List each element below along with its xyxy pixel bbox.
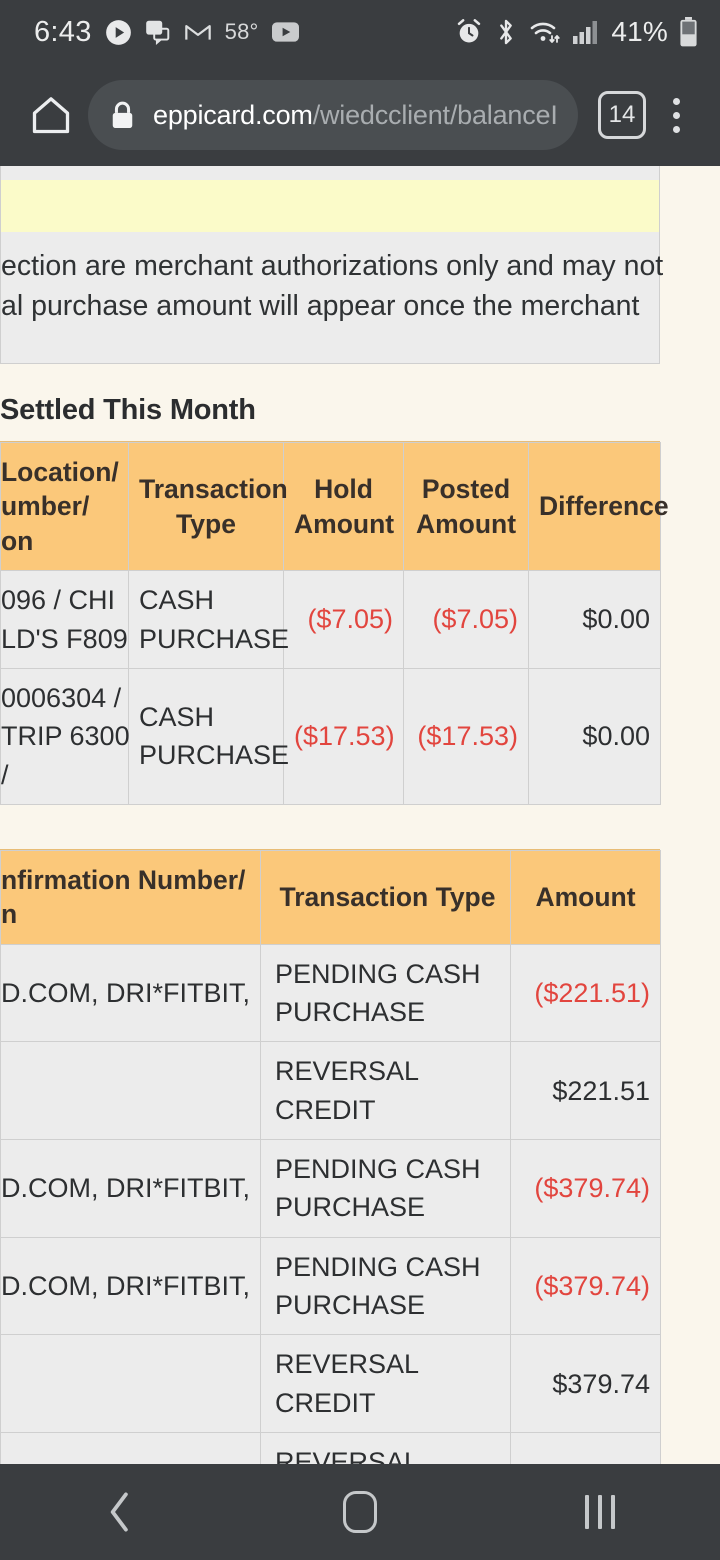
settled-section-heading: Settled This Month (0, 393, 256, 426)
settled-table-body: 096 / CHI LD'S F809 CASH PURCHASE ($7.05… (0, 570, 661, 805)
column-header-confirmation-number: nfirmation Number/ n (0, 849, 261, 945)
cell-merchant (0, 1334, 261, 1434)
url-host: eppicard.com (153, 99, 313, 130)
table-header-row: Location/ umber/ on Transaction Type Hol… (0, 441, 669, 572)
table-header-row: nfirmation Number/ n Transaction Type Am… (0, 849, 661, 945)
weather-temperature: 58° (224, 19, 259, 44)
cell-amount: $379.74 (510, 1334, 661, 1434)
cell-merchant (0, 1041, 261, 1141)
column-header-transaction-type: Transaction Type (128, 441, 288, 572)
cell-merchant: D.COM, DRI*FITBIT, (0, 943, 261, 1043)
nav-recents-button[interactable] (540, 1464, 660, 1560)
cell-posted-amount: ($7.05) (403, 570, 529, 669)
column-header-hold-amount: Hold Amount (283, 441, 404, 572)
home-square-icon (343, 1491, 377, 1533)
column-header-location: Location/ umber/ on (0, 441, 129, 572)
cell-difference: $0.00 (528, 570, 661, 669)
cell-amount: $63.29 (510, 1432, 661, 1464)
menu-dot (672, 125, 680, 133)
cell-location: 096 / CHI LD'S F809 (0, 570, 129, 669)
youtube-icon (271, 22, 299, 42)
cell-transaction-type: REVERSAL CREDIT (260, 1432, 511, 1464)
bluetooth-icon (494, 18, 518, 46)
table-row: 0006304 / TRIP 6300 / CASH PURCHASE ($17… (0, 667, 661, 805)
cell-difference: $0.00 (528, 667, 661, 805)
cell-hold-amount: ($7.05) (283, 570, 404, 669)
cell-posted-amount: ($17.53) (403, 667, 529, 805)
notice-line-1: ection are merchant authorizations only … (1, 250, 664, 282)
table-row: D.COM, DRI*FITBIT, PENDING CASH PURCHASE… (0, 943, 661, 1043)
column-header-posted-amount: Posted Amount (403, 441, 529, 572)
notice-body: ection are merchant authorizations only … (0, 232, 664, 364)
notice-top-strip (0, 166, 660, 180)
cell-amount: ($379.74) (510, 1236, 661, 1336)
cell-amount: $221.51 (510, 1041, 661, 1141)
cell-transaction-type: PENDING CASH PURCHASE (260, 1236, 511, 1336)
status-bar-right: 41% (455, 16, 698, 48)
cell-merchant: D.COM, DRI*FITBIT, (0, 1139, 261, 1238)
menu-dot (672, 97, 680, 105)
cell-location: 0006304 / TRIP 6300 / (0, 667, 130, 805)
webpage-viewport[interactable]: ection are merchant authorizations only … (0, 166, 720, 1464)
cell-signal-icon (572, 19, 600, 45)
url-text: eppicard.com/wiedcclient/balanceInqui (153, 100, 556, 131)
cell-amount: ($221.51) (510, 943, 661, 1043)
pending-transactions-table: nfirmation Number/ n Transaction Type Am… (0, 849, 661, 1464)
cell-merchant (0, 1432, 261, 1464)
alarm-icon (455, 18, 483, 46)
gmail-icon (184, 18, 212, 46)
recents-icon (585, 1495, 615, 1529)
table-row: REVERSAL CREDIT $221.51 (0, 1041, 661, 1141)
cell-amount: ($379.74) (510, 1139, 661, 1238)
cell-transaction-type: REVERSAL CREDIT (260, 1041, 511, 1141)
home-button[interactable] (22, 86, 80, 144)
battery-percent-label: 41% (611, 16, 668, 47)
nav-back-button[interactable] (60, 1464, 180, 1560)
address-bar[interactable]: eppicard.com/wiedcclient/balanceInqui (88, 80, 578, 150)
status-clock: 6:43 (34, 15, 92, 48)
table-row: REVERSAL CREDIT $63.29 (0, 1432, 661, 1464)
status-bar-left: 6:43 58° (34, 16, 299, 49)
table-row: REVERSAL CREDIT $379.74 (0, 1334, 661, 1434)
messages-icon (145, 19, 171, 45)
cell-transaction-type: PENDING CASH PURCHASE (260, 1139, 511, 1238)
pending-table-body: D.COM, DRI*FITBIT, PENDING CASH PURCHASE… (0, 943, 661, 1464)
url-path: /wiedcclient/balanceInqui (312, 99, 556, 130)
notice-highlight-bar (0, 180, 660, 232)
settled-transactions-table: Location/ umber/ on Transaction Type Hol… (0, 441, 669, 805)
notice-line-2: al purchase amount will appear once the … (1, 290, 640, 323)
column-header-amount: Amount (510, 849, 661, 945)
table-row: D.COM, DRI*FITBIT, PENDING CASH PURCHASE… (0, 1139, 661, 1238)
wifi-icon (529, 19, 561, 45)
nav-home-button[interactable] (300, 1464, 420, 1560)
android-navigation-bar (0, 1464, 720, 1560)
battery-icon (679, 17, 698, 47)
lock-icon (110, 101, 135, 130)
cell-transaction-type: PENDING CASH PURCHASE (260, 943, 511, 1043)
menu-dot (672, 111, 680, 119)
column-header-difference: Difference (528, 441, 669, 572)
status-bar: 6:43 58° 41% (0, 0, 720, 64)
table-row: D.COM, DRI*FITBIT, PENDING CASH PURCHASE… (0, 1236, 661, 1336)
notice-block: ection are merchant authorizations only … (0, 166, 664, 364)
cell-hold-amount: ($17.53) (283, 667, 404, 805)
cell-merchant: D.COM, DRI*FITBIT, (0, 1236, 261, 1336)
cell-transaction-type: REVERSAL CREDIT (260, 1334, 511, 1434)
section-divider (0, 848, 660, 850)
section-divider (0, 440, 660, 442)
table-row: 096 / CHI LD'S F809 CASH PURCHASE ($7.05… (0, 570, 661, 669)
play-circle-icon (105, 19, 132, 46)
browser-toolbar: eppicard.com/wiedcclient/balanceInqui 14 (0, 64, 720, 166)
cell-transaction-type: CASH PURCHASE (128, 667, 289, 805)
column-header-transaction-type: Transaction Type (260, 849, 511, 945)
cell-transaction-type: CASH PURCHASE (128, 570, 289, 669)
overflow-menu-icon[interactable] (650, 97, 702, 133)
tab-count-button[interactable]: 14 (598, 91, 646, 139)
